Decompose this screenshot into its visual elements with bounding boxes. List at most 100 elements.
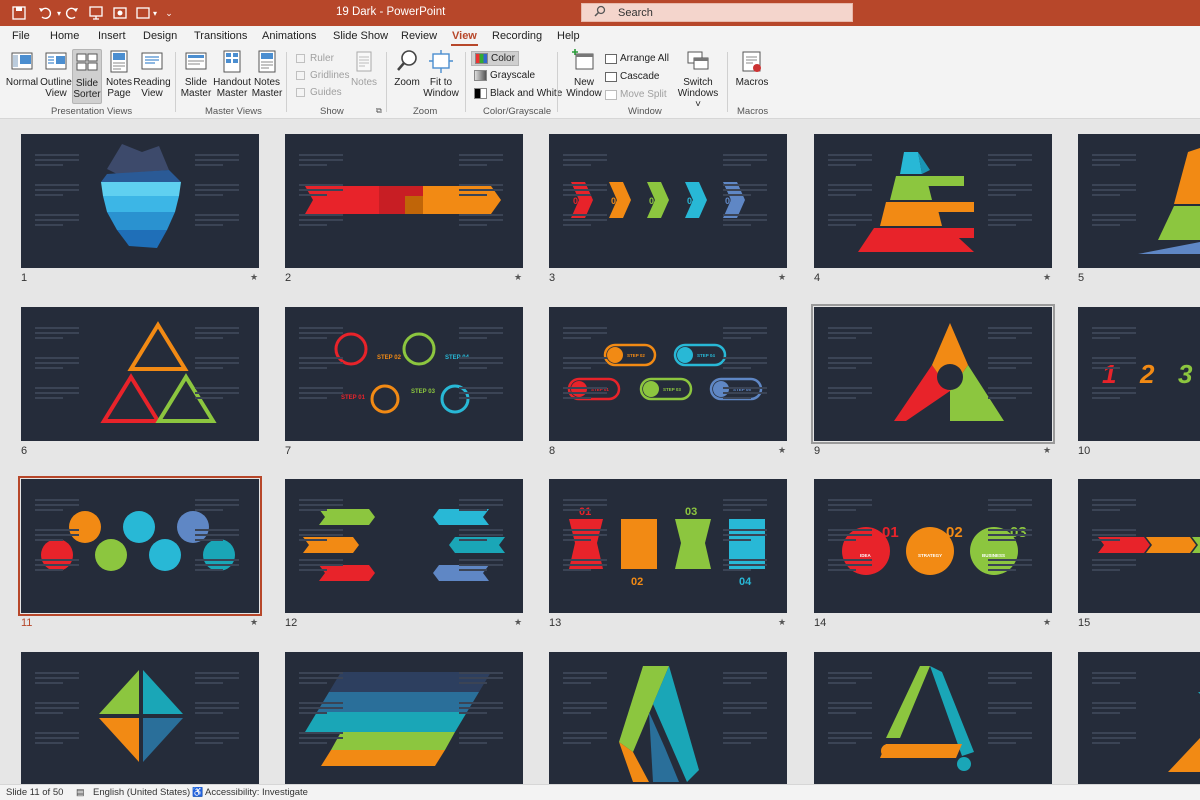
tab-view[interactable]: View [451, 30, 478, 46]
tab-slide-show[interactable]: Slide Show [333, 30, 388, 42]
slide-text-placeholder [828, 737, 872, 739]
slide-text-placeholder [35, 534, 79, 536]
tab-review[interactable]: Review [401, 30, 437, 42]
language-indicator[interactable]: English (United States) [93, 787, 190, 798]
tab-help[interactable]: Help [557, 30, 580, 42]
redo-icon[interactable] [62, 3, 82, 23]
slide-thumbnail-17[interactable] [285, 652, 523, 784]
slide-thumbnail-1[interactable] [21, 134, 259, 268]
cascade-button[interactable]: Cascade [605, 71, 659, 82]
slide-text-placeholder [563, 194, 591, 196]
slide-thumbnail-16[interactable] [21, 652, 259, 784]
guides-checkbox[interactable]: Guides [296, 87, 342, 98]
customize-icon[interactable]: ⌄ [162, 3, 176, 23]
handout-master-button[interactable]: Handout Master [212, 49, 252, 99]
slide-thumbnail-12[interactable] [285, 479, 523, 613]
accessibility-status[interactable]: Accessibility: Investigate [205, 787, 308, 798]
tab-insert[interactable]: Insert [98, 30, 126, 42]
slide-text-placeholder [195, 387, 239, 389]
slide-text-placeholder [1092, 504, 1136, 506]
slide-text-placeholder [723, 397, 751, 399]
search-input[interactable]: Search [581, 3, 853, 22]
slide-number: 13 [549, 617, 562, 629]
reading-view-button[interactable]: Reading View [133, 49, 171, 99]
slide-text-placeholder [1092, 387, 1136, 389]
slide-thumbnail-5[interactable] [1078, 134, 1200, 268]
normal-view-button[interactable]: Normal [6, 49, 38, 88]
move-split-button[interactable]: Move Split [605, 89, 667, 100]
slide-thumbnail-19[interactable] [814, 652, 1052, 784]
arrange-all-button[interactable]: Arrange All [605, 53, 669, 64]
slide-text-placeholder [828, 214, 872, 216]
color-button[interactable]: Color [471, 51, 519, 66]
slide-text-placeholder [459, 387, 503, 389]
slide-thumbnail-13[interactable]: 01 02 03 04 [549, 479, 787, 613]
slide-thumbnail-20[interactable] [1078, 652, 1200, 784]
slide-master-icon [184, 49, 208, 75]
slide-text-placeholder [828, 189, 872, 191]
record-icon[interactable] [110, 3, 130, 23]
spellcheck-icon[interactable]: ▤ [76, 787, 85, 798]
black-and-white-button[interactable]: Black and White [474, 88, 562, 99]
switch-windows-button[interactable]: Switch Windows ˅ [676, 49, 720, 110]
slide-text-placeholder [299, 194, 327, 196]
slide-thumbnail-2[interactable] [285, 134, 523, 268]
undo-icon[interactable] [34, 3, 56, 23]
slide-thumbnail-6[interactable] [21, 307, 259, 441]
slide-thumbnail-11[interactable] [18, 476, 262, 616]
slide-text-placeholder [195, 159, 239, 161]
slide-text-placeholder [35, 742, 63, 744]
slide-thumbnail-4[interactable] [814, 134, 1052, 268]
tab-design[interactable]: Design [143, 30, 177, 42]
slide-position[interactable]: Slide 11 of 50 [6, 787, 63, 798]
slide-master-button[interactable]: Slide Master [180, 49, 212, 99]
slide-thumbnail-10[interactable]: 1 2 3 [1078, 307, 1200, 441]
slide-thumbnail-9[interactable] [811, 304, 1055, 444]
notes-page-button[interactable]: Notes Page [104, 49, 134, 99]
slide-text-placeholder [299, 569, 327, 571]
new-window-button[interactable]: New Window [566, 49, 602, 99]
slide-thumbnail-8[interactable]: STEP 02 STEP 04 STEP 01 STEP 03 STEP 05 [549, 307, 787, 441]
slide-text-placeholder [563, 189, 607, 191]
outline-view-button[interactable]: Outline View [40, 49, 72, 99]
slide-sorter-area[interactable]: 1 ★ 2 ★ 01 02 03 04 05 3 ★ 4 ★ 5 6 STEP … [0, 119, 1200, 784]
tab-home[interactable]: Home [50, 30, 79, 42]
slide-text-placeholder [195, 327, 239, 329]
ruler-checkbox[interactable]: Ruler [296, 53, 334, 64]
slide-text-placeholder [828, 194, 856, 196]
tab-file[interactable]: File [12, 30, 30, 42]
slide-text-placeholder [563, 392, 607, 394]
zoom-button[interactable]: Zoom [392, 49, 422, 88]
gridlines-checkbox[interactable]: Gridlines [296, 70, 349, 81]
group-label-window: Window [628, 106, 662, 117]
slide-thumbnail-3[interactable]: 01 02 03 04 05 [549, 134, 787, 268]
slide-text-placeholder [459, 677, 503, 679]
slide-text-placeholder [988, 672, 1032, 674]
grayscale-button[interactable]: Grayscale [474, 70, 535, 81]
slide-thumbnail-14[interactable]: 01 02 03 IDEA STRATEGY BUSINESS [814, 479, 1052, 613]
search-placeholder: Search [618, 6, 653, 19]
slide-thumbnail-7[interactable]: STEP 01 STEP 02 STEP 03 STEP 04 [285, 307, 523, 441]
slide-text-placeholder [723, 742, 751, 744]
tab-transitions[interactable]: Transitions [194, 30, 247, 42]
save-icon[interactable] [8, 3, 30, 23]
present-icon[interactable] [86, 3, 106, 23]
accessibility-icon[interactable]: ♿ [192, 787, 203, 798]
slide-text-placeholder [563, 219, 607, 221]
slide-sorter-button[interactable]: Slide Sorter [72, 49, 102, 104]
macros-button[interactable]: Macros [734, 49, 770, 88]
dialog-launcher-icon[interactable]: ⧉ [376, 106, 382, 116]
dropdown-icon[interactable]: ▾ [150, 3, 160, 23]
slide-thumbnail-15[interactable] [1078, 479, 1200, 613]
slide-text-placeholder [828, 559, 872, 561]
fit-to-window-button[interactable]: Fit to Window [423, 49, 459, 99]
slide-text-placeholder [723, 677, 767, 679]
tab-animations[interactable]: Animations [262, 30, 316, 42]
tab-recording[interactable]: Recording [492, 30, 542, 42]
slide-3-step-5: 05 [725, 196, 735, 206]
slide-text-placeholder [1092, 702, 1136, 704]
slide-text-placeholder [299, 732, 343, 734]
notes-button[interactable]: Notes [350, 49, 378, 88]
notes-master-button[interactable]: Notes Master [252, 49, 282, 99]
slide-thumbnail-18[interactable] [549, 652, 787, 784]
